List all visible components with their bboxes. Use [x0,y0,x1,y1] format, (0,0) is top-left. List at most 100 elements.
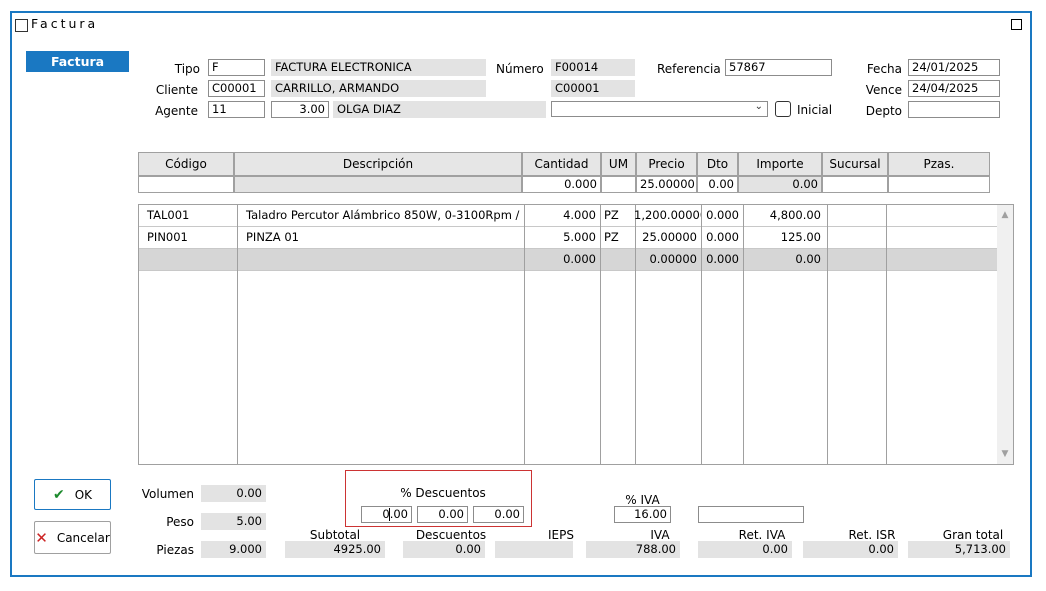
entry-descripcion [234,176,522,193]
item-dto[interactable]: 0.000 [702,204,743,226]
scroll-down-icon[interactable]: ▼ [997,446,1013,462]
inicial-label: Inicial [797,103,833,117]
item-importe[interactable]: 125.00 [744,226,825,248]
chevron-down-icon: ⌄ [754,101,763,112]
item-cantidad[interactable]: 5.000 [525,226,600,248]
item-dto[interactable]: 0.000 [702,226,743,248]
column-header-cantidad[interactable]: Cantidad [522,152,601,176]
column-header-dto[interactable]: Dto [697,152,738,176]
fecha-input[interactable]: 24/01/2025 [908,59,1000,76]
numero-label: Número [496,62,544,76]
volumen-value: 0.00 [201,485,266,502]
descuento-3-input[interactable]: 0.00 [473,506,524,523]
cliente-label: Cliente [155,83,198,97]
column-header-importe[interactable]: Importe [738,152,822,176]
item-precio[interactable]: 25.00000 [636,226,701,248]
scroll-up-icon[interactable]: ▲ [997,207,1013,223]
agente-name: OLGA DIAZ [333,101,546,118]
tipo-label: Tipo [174,62,200,76]
grid-scrollbar[interactable]: ▲ ▼ [997,205,1013,464]
window-icon [15,19,28,32]
subtotal-label: Subtotal [309,528,361,542]
descuento-2-input[interactable]: 0.00 [417,506,468,523]
descuentos-pct-label: % Descuentos [400,486,486,500]
iva-value: 788.00 [586,541,680,558]
peso-value: 5.00 [201,513,266,530]
ieps-label: IEPS [548,528,574,542]
cliente-name: CARRILLO, ARMANDO [271,80,486,97]
entry-um-input[interactable] [601,176,636,193]
descuentos-value: 0.00 [403,541,485,558]
column-header-um[interactable]: UM [601,152,636,176]
descuento-1-input[interactable]: 0.00 [361,506,412,523]
entry-cantidad-input[interactable]: 0.000 [522,176,601,193]
referencia-input[interactable]: 57867 [725,59,832,76]
cancel-button[interactable]: ✕ Cancelar [34,521,111,554]
tipo-description: FACTURA ELECTRONICA [271,59,486,76]
total-precio: 0.00000 [649,252,697,266]
entry-codigo-input[interactable] [138,176,234,193]
window-title: Factura [31,16,99,31]
referencia-label: Referencia [657,62,721,76]
total-dto: 0.000 [706,252,739,266]
entry-precio-input[interactable]: 25.00000 [636,176,697,193]
extra-input[interactable] [698,506,804,523]
agente-label: Agente [155,104,198,118]
ret-iva-label: Ret. IVA [738,528,786,542]
ok-button[interactable]: ✔ OK [34,479,111,510]
column-header-precio[interactable]: Precio [636,152,697,176]
maximize-icon[interactable] [1011,19,1022,30]
volumen-label: Volumen [141,487,194,501]
peso-label: Peso [166,515,194,529]
piezas-value: 9.000 [201,541,266,558]
ieps-value [495,541,573,558]
vence-label: Vence [865,83,902,97]
column-header-codigo[interactable]: Código [138,152,234,176]
subtotal-value: 4925.00 [285,541,385,558]
vence-input[interactable]: 24/04/2025 [908,80,1000,97]
iva-label: IVA [650,528,670,542]
text-caret [389,508,390,521]
total-importe: 0.00 [795,252,821,266]
row-divider [139,270,997,271]
item-descripcion[interactable]: Taladro Percutor Alámbrico 850W, 0-3100R… [242,204,524,226]
column-divider [886,205,887,464]
entry-dto-input[interactable]: 0.00 [697,176,738,193]
entry-sucursal-input[interactable] [822,176,888,193]
column-header-sucursal[interactable]: Sucursal [822,152,888,176]
numero-cliente-code: C00001 [551,80,635,97]
item-um[interactable]: PZ [600,226,635,248]
ret-iva-value: 0.00 [698,541,792,558]
column-header-descripcion[interactable]: Descripción [234,152,522,176]
item-cantidad[interactable]: 4.000 [525,204,600,226]
ret-isr-value: 0.00 [803,541,898,558]
item-importe[interactable]: 4,800.00 [744,204,825,226]
column-divider [237,205,238,464]
cliente-code-input[interactable]: C00001 [208,80,265,97]
close-icon: ✕ [35,528,48,547]
item-precio[interactable]: 1,200.00000 [630,204,701,226]
descuentos-label: Descuentos [415,528,487,542]
entry-pzas-input[interactable] [888,176,990,193]
item-descripcion[interactable]: PINZA 01 [242,226,524,248]
depto-input[interactable] [908,101,1000,118]
agente-dropdown[interactable]: ⌄ [551,101,768,117]
agente-code-input[interactable]: 11 [208,101,265,118]
inicial-checkbox[interactable] [775,101,791,117]
depto-label: Depto [865,104,902,118]
iva-pct-input[interactable]: 16.00 [614,506,671,523]
tipo-code-input[interactable]: F [208,59,265,76]
agente-comision-input[interactable]: 3.00 [271,101,329,118]
fecha-label: Fecha [866,62,902,76]
gran-total-value: 5,713.00 [908,541,1010,558]
checkmark-icon: ✔ [52,486,65,503]
column-header-pzas[interactable]: Pzas. [888,152,990,176]
column-divider [827,205,828,464]
factura-tab-button[interactable]: Factura [26,51,129,72]
item-codigo[interactable]: TAL001 [143,204,237,226]
entry-importe: 0.00 [738,176,822,193]
item-codigo[interactable]: PIN001 [143,226,237,248]
ok-button-label: OK [74,487,93,502]
total-cantidad: 0.000 [563,252,596,266]
gran-total-label: Gran total [942,528,1004,542]
